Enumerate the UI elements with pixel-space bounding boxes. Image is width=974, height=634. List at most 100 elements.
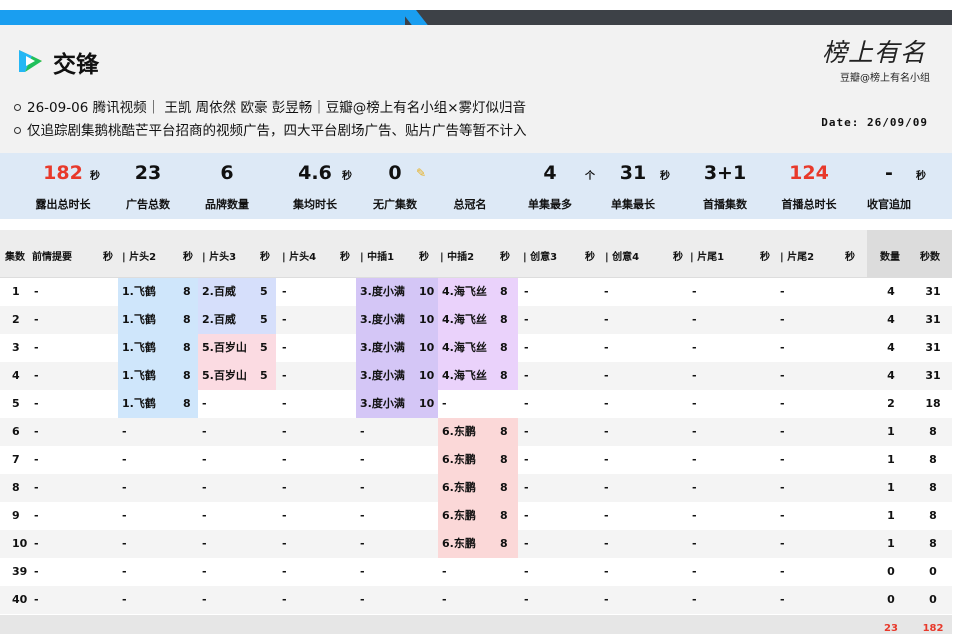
row-ad-count: 4 xyxy=(887,285,895,298)
ad-slot-empty: - xyxy=(692,397,697,410)
ad-slot-seconds: 5 xyxy=(260,341,268,354)
ad-slot-empty: - xyxy=(604,481,609,494)
stat-value: 6 xyxy=(220,162,234,184)
column-header: | 片头4 xyxy=(282,252,317,263)
column-header: 秒 xyxy=(760,252,770,263)
bullet-icon xyxy=(14,104,21,111)
ad-slot-seconds: 8 xyxy=(500,509,508,522)
ad-slot-seconds: 8 xyxy=(500,285,508,298)
stat-1: 23 广告总数 xyxy=(103,153,193,219)
column-header: 秒数 xyxy=(920,252,940,263)
ad-slot-brand: - xyxy=(360,593,365,606)
ad-slot-brand: 6.东鹏 xyxy=(442,425,476,438)
stat-3: 4.6 秒集均时长 xyxy=(270,153,360,219)
ad-slot-empty: - xyxy=(282,565,287,578)
stat-8: 3+1 首播集数 xyxy=(680,153,770,219)
stat-label: 总冠名 xyxy=(453,198,487,211)
ad-slot-brand: 4.海飞丝 xyxy=(442,313,487,326)
header-panel: 交锋 26-09-06 腾讯视频｜ 王凯 周依然 欧豪 彭昱畅｜豆瓣@榜上有名小… xyxy=(0,25,952,153)
row-ad-count: 2 xyxy=(887,397,895,410)
stat-label: 广告总数 xyxy=(126,198,170,211)
row-ad-count: 1 xyxy=(887,481,895,494)
stat-label: 单集最长 xyxy=(611,198,655,211)
table-row: - - - -39- - - - - -0 0 xyxy=(0,558,952,586)
ad-slot-brand: 5.百岁山 xyxy=(202,369,247,382)
ad-slot-brand: 4.海飞丝 xyxy=(442,369,487,382)
column-header: 秒 xyxy=(500,252,510,263)
ad-slot-empty: - xyxy=(524,397,529,410)
ad-slot-brand: - xyxy=(442,593,447,606)
ad-slot-brand: - xyxy=(202,453,207,466)
ad-slot-empty: - xyxy=(282,425,287,438)
row-ad-count: 1 xyxy=(887,425,895,438)
ad-slot-empty: - xyxy=(34,285,39,298)
ad-slot-empty: - xyxy=(604,285,609,298)
ad-slot-brand: - xyxy=(360,565,365,578)
table-row: 1.飞鹤 8 5.百岁山 5 3.度小满 10 4.海飞丝 8 4 - - - - - - 4 31 xyxy=(0,362,952,390)
ad-slot-empty: - xyxy=(692,453,697,466)
column-header: | 片头3 xyxy=(202,252,237,263)
row-total-seconds: 8 xyxy=(929,425,937,438)
ad-slot-empty: - xyxy=(692,369,697,382)
column-header: 秒 xyxy=(585,252,595,263)
row-ad-count: 4 xyxy=(887,369,895,382)
column-header: 秒 xyxy=(183,252,193,263)
ad-slot-empty: - xyxy=(604,341,609,354)
ad-slot-empty: - xyxy=(282,313,287,326)
column-header: 秒 xyxy=(419,252,429,263)
ad-slot-brand: - xyxy=(122,565,127,578)
ad-slot-brand: - xyxy=(202,537,207,550)
ad-slot-brand: 1.飞鹤 xyxy=(122,397,156,410)
row-total-seconds: 0 xyxy=(929,593,937,606)
column-header: | 片尾2 xyxy=(780,252,815,263)
column-header: | 片尾1 xyxy=(690,252,725,263)
ad-slot-seconds: 8 xyxy=(500,425,508,438)
column-header: | 创意3 xyxy=(523,252,558,263)
stat-5: 总冠名 xyxy=(425,153,515,219)
row-ad-count: 1 xyxy=(887,509,895,522)
stat-0: 182 秒露出总时长 xyxy=(18,153,108,219)
ad-slot-empty: - xyxy=(34,565,39,578)
stat-label: 单集最多 xyxy=(528,198,572,211)
ad-slot-brand: 6.东鹏 xyxy=(442,453,476,466)
ad-slot-empty: - xyxy=(282,341,287,354)
ad-slot-seconds: 8 xyxy=(500,453,508,466)
ad-slot-empty: - xyxy=(604,313,609,326)
column-header: 秒 xyxy=(845,252,855,263)
ad-slot-brand: 5.百岁山 xyxy=(202,341,247,354)
ad-slot-empty: - xyxy=(780,537,785,550)
bullet-icon xyxy=(14,127,21,134)
table-row: - - - 6.东鹏 8 7 - - - - - - 1 8 xyxy=(0,446,952,474)
column-header: 秒 xyxy=(340,252,350,263)
ad-slot-empty: - xyxy=(692,341,697,354)
ad-slot-empty: - xyxy=(780,453,785,466)
ad-slot-empty: - xyxy=(604,369,609,382)
ad-slot-seconds: 8 xyxy=(500,481,508,494)
ad-slot-seconds: 10 xyxy=(419,285,435,298)
column-header: 秒 xyxy=(260,252,270,263)
page-title: 交锋 xyxy=(53,52,99,78)
ad-slot-seconds: 8 xyxy=(500,341,508,354)
ad-slot-empty: - xyxy=(604,397,609,410)
column-header: 秒 xyxy=(673,252,683,263)
ad-slot-empty: - xyxy=(780,341,785,354)
ad-slot-empty: - xyxy=(692,425,697,438)
column-header: | 中插1 xyxy=(360,252,395,263)
stat-unit: 秒 xyxy=(90,171,100,182)
stat-10: - 秒收官追加 xyxy=(844,153,934,219)
table-header: 集数 前情提要 秒 | 片头2 秒 | 片头3 秒 | 片头4 秒 | 中插1 秒 | 中插2 秒 | 创… xyxy=(0,230,952,278)
episode-number: 5 xyxy=(12,397,20,410)
ad-slot-seconds: 8 xyxy=(183,369,191,382)
row-ad-count: 4 xyxy=(887,341,895,354)
stat-label: 首播总时长 xyxy=(781,198,837,211)
ad-slot-seconds: 8 xyxy=(500,537,508,550)
ad-slot-seconds: 8 xyxy=(183,313,191,326)
ad-slot-empty: - xyxy=(34,453,39,466)
row-total-seconds: 0 xyxy=(929,565,937,578)
ad-slot-empty: - xyxy=(780,509,785,522)
ad-slot-empty: - xyxy=(34,341,39,354)
column-header: | 中插2 xyxy=(440,252,475,263)
ad-slot-brand: 3.度小满 xyxy=(360,397,405,410)
ad-slot-empty: - xyxy=(780,425,785,438)
ad-slot-seconds: 8 xyxy=(183,397,191,410)
